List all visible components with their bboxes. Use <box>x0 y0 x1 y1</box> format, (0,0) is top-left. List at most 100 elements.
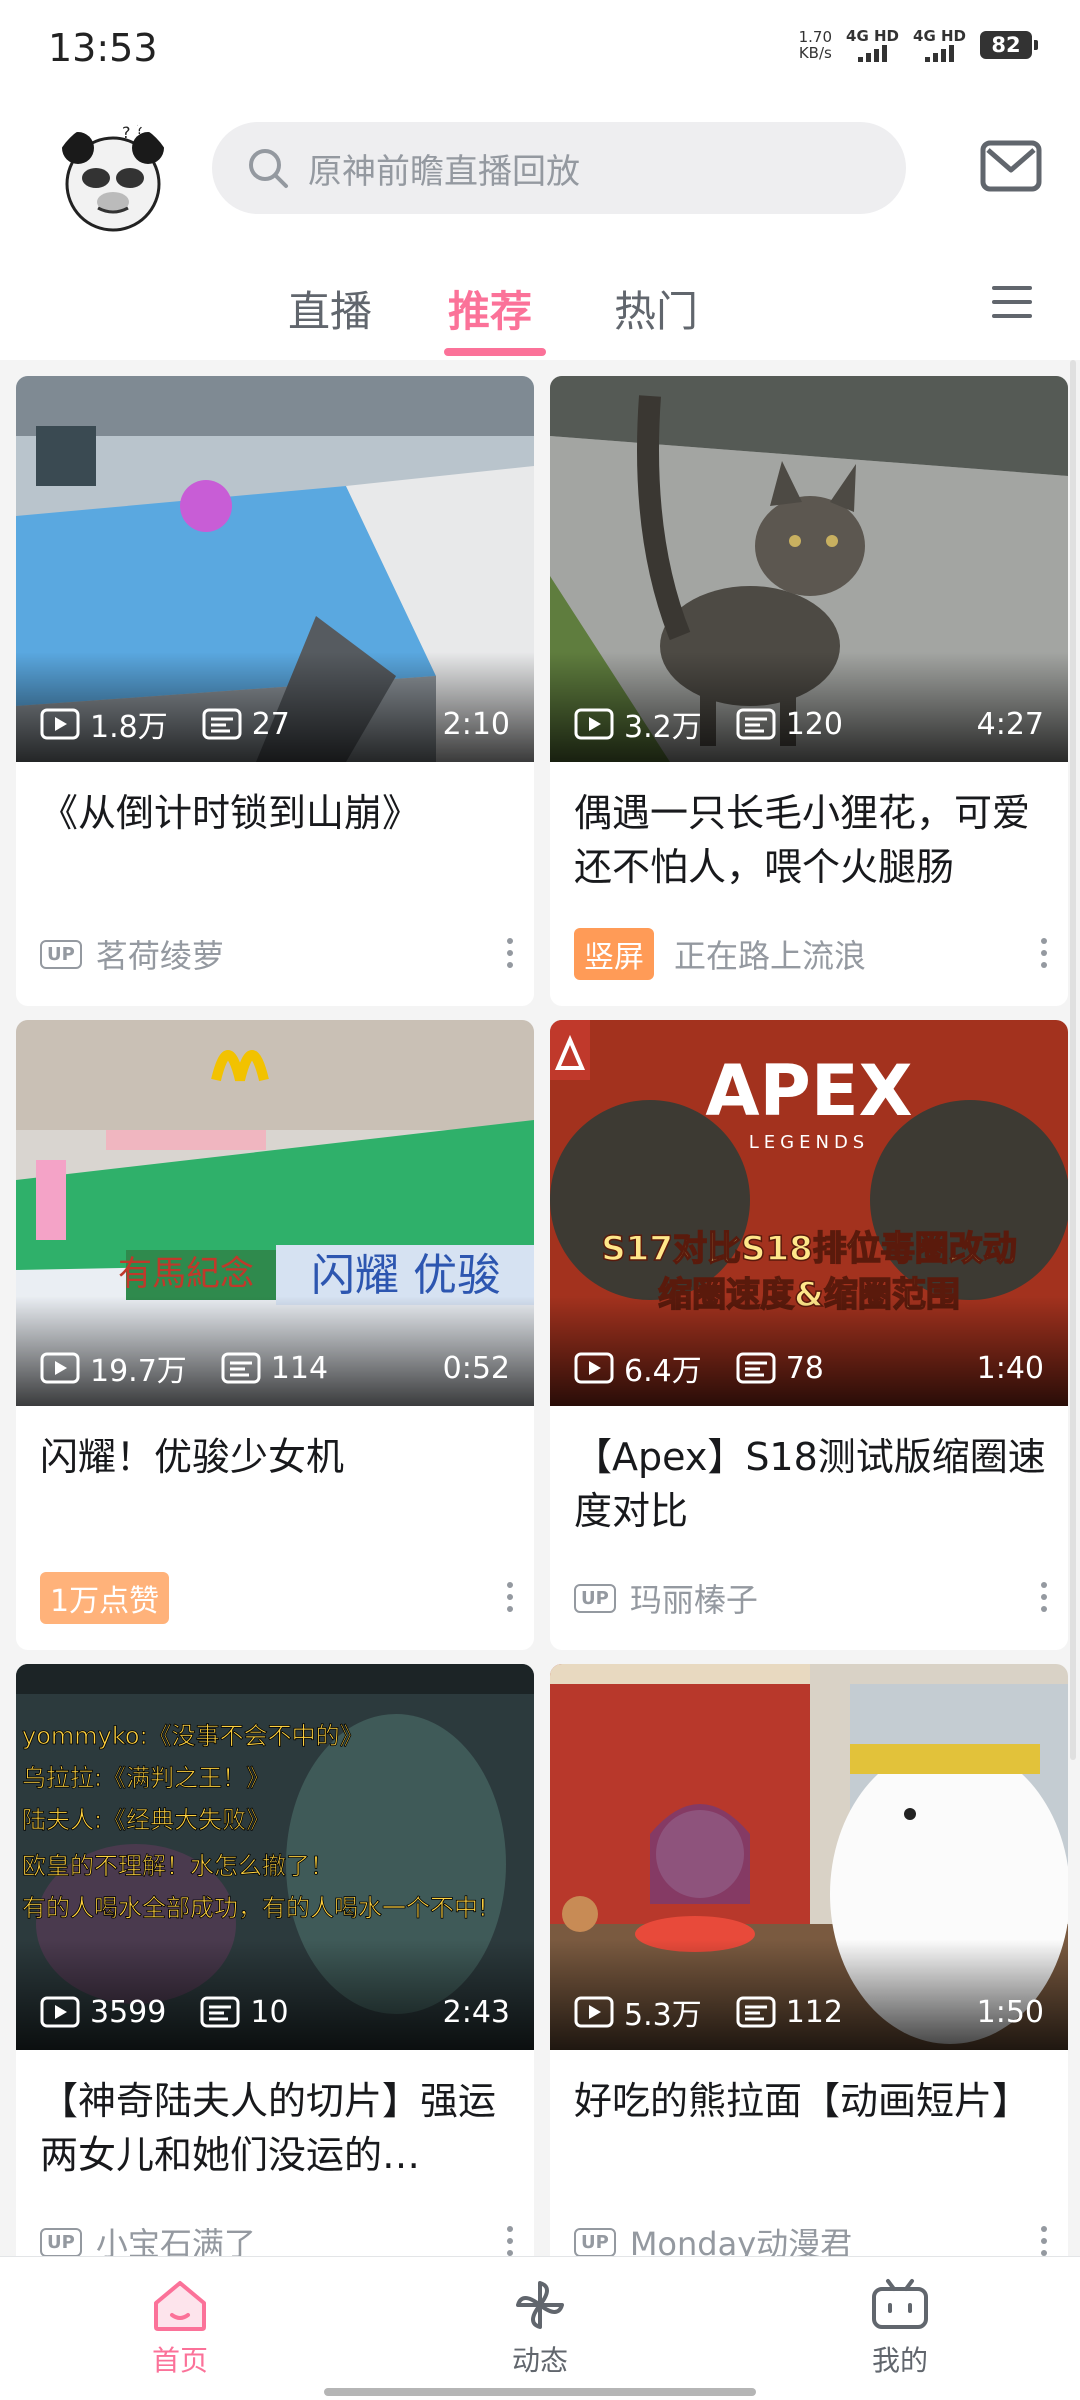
svg-text:欧皇的不理解！水怎么撤了！: 欧皇的不理解！水怎么撤了！ <box>22 1852 334 1880</box>
scrollbar[interactable] <box>1070 360 1076 1760</box>
active-tab-indicator <box>444 348 546 356</box>
more-icon[interactable] <box>1038 1582 1050 1616</box>
tab-hot[interactable]: 热门 <box>614 278 698 339</box>
panda-avatar-icon: ? ? <box>62 122 164 232</box>
search-input[interactable]: 原神前瞻直播回放 <box>212 122 906 214</box>
video-card[interactable]: APEX LEGENDS S17对比S18排位毒圈改动 缩圈速度&缩圈范围 6.… <box>550 1020 1068 1650</box>
svg-text:yommyko:《没事不会不中的》: yommyko:《没事不会不中的》 <box>22 1722 364 1750</box>
video-title[interactable]: 偶遇一只长毛小狸花，可爱还不怕人，喂个火腿肠 <box>574 786 1050 894</box>
video-feed[interactable]: 1.8万 27 2:10 《从倒计时锁到山崩》 UP 茗荷绫萝 3.2万 120… <box>0 360 1080 2256</box>
view-count: 1.8万 <box>40 702 168 746</box>
video-meta: UP 玛丽榛子 <box>574 1574 1050 1622</box>
comment-count: 27 <box>202 707 290 742</box>
bottom-nav: 首页 动态 我的 <box>0 2256 1080 2400</box>
comment-count: 78 <box>736 1351 824 1386</box>
video-stats: 3599 10 2:43 <box>40 1992 510 2032</box>
author-name[interactable]: 玛丽榛子 <box>630 1575 758 1621</box>
author-name[interactable]: 小宝石满了 <box>96 2219 256 2256</box>
avatar[interactable]: ? ? <box>52 120 174 242</box>
nav-dynamic[interactable]: 动态 <box>460 2277 620 2379</box>
video-stats: 5.3万 112 1:50 <box>574 1990 1044 2034</box>
video-card[interactable]: 3.2万 120 4:27 偶遇一只长毛小狸花，可爱还不怕人，喂个火腿肠 竖屏 … <box>550 376 1068 1006</box>
tab-live[interactable]: 直播 <box>288 278 372 339</box>
video-stats: 6.4万 78 1:40 <box>574 1346 1044 1390</box>
video-thumbnail[interactable]: yommyko:《没事不会不中的》 乌拉拉:《满判之王！》 陆夫人:《经典大失败… <box>16 1664 534 2050</box>
network-speed: 1.70 KB/s <box>798 28 833 62</box>
more-icon[interactable] <box>1038 2226 1050 2256</box>
duration: 4:27 <box>976 706 1044 742</box>
view-count: 3599 <box>40 1995 166 2030</box>
video-title[interactable]: 【神奇陆夫人的切片】强运两女儿和她们没运的… <box>40 2074 516 2182</box>
mail-icon[interactable] <box>980 140 1042 192</box>
video-thumbnail[interactable]: 5.3万 112 1:50 <box>550 1664 1068 2050</box>
video-title[interactable]: 《从倒计时锁到山崩》 <box>40 786 516 840</box>
video-thumbnail[interactable]: 1.8万 27 2:10 <box>16 376 534 762</box>
danmaku-icon <box>221 1352 261 1384</box>
tab-recommend[interactable]: 推荐 <box>448 278 532 339</box>
svg-text:有的人喝水全部成功，有的人喝水一个不中!: 有的人喝水全部成功，有的人喝水一个不中! <box>22 1894 488 1922</box>
up-badge: UP <box>574 1583 616 1613</box>
svg-text:?: ? <box>122 123 131 142</box>
video-stats: 3.2万 120 4:27 <box>574 702 1044 746</box>
more-icon[interactable] <box>504 2226 516 2256</box>
author-name[interactable]: Monday动漫君 <box>630 2219 852 2256</box>
status-indicators: 1.70 KB/s 4G HD 4G HD 82 <box>798 28 1038 62</box>
video-title[interactable]: 【Apex】S18测试版缩圈速度对比 <box>574 1430 1050 1538</box>
home-indicator[interactable] <box>324 2388 756 2396</box>
up-badge: UP <box>40 2227 82 2256</box>
video-card[interactable]: yommyko:《没事不会不中的》 乌拉拉:《满判之王！》 陆夫人:《经典大失败… <box>16 1664 534 2256</box>
video-title[interactable]: 好吃的熊拉面【动画短片】 <box>574 2074 1050 2128</box>
pinwheel-icon <box>516 2281 564 2329</box>
vertical-tag: 竖屏 <box>574 928 654 980</box>
play-count-icon <box>574 1352 614 1384</box>
danmaku-icon <box>200 1996 240 2028</box>
video-card[interactable]: 5.3万 112 1:50 好吃的熊拉面【动画短片】 UP Monday动漫君 <box>550 1664 1068 2256</box>
svg-text:?: ? <box>136 122 143 138</box>
video-thumbnail[interactable]: APEX LEGENDS S17对比S18排位毒圈改动 缩圈速度&缩圈范围 6.… <box>550 1020 1068 1406</box>
view-count: 3.2万 <box>574 702 702 746</box>
author-name[interactable]: 正在路上流浪 <box>674 931 866 977</box>
duration: 1:50 <box>976 1994 1044 2030</box>
svg-text:陆夫人:《经典大失败》: 陆夫人:《经典大失败》 <box>22 1806 270 1834</box>
video-title[interactable]: 闪耀！优骏少女机 <box>40 1430 516 1484</box>
home-icon <box>154 2281 206 2331</box>
comment-count: 114 <box>221 1351 328 1386</box>
play-count-icon <box>40 708 80 740</box>
danmaku-icon <box>736 1996 776 2028</box>
tv-icon <box>872 2279 928 2329</box>
duration: 2:10 <box>442 706 510 742</box>
video-meta: UP Monday动漫君 <box>574 2218 1050 2256</box>
battery-icon: 82 <box>980 31 1038 59</box>
more-icon[interactable] <box>504 938 516 972</box>
nav-home[interactable]: 首页 <box>100 2277 260 2379</box>
duration: 1:40 <box>976 1350 1044 1386</box>
tab-bar: 直播 推荐 热门 <box>0 260 1080 360</box>
author-name[interactable]: 茗荷绫萝 <box>96 931 224 977</box>
status-bar: 13:53 1.70 KB/s 4G HD 4G HD 82 <box>0 0 1080 100</box>
more-icon[interactable] <box>1038 938 1050 972</box>
menu-icon[interactable] <box>990 280 1034 324</box>
view-count: 5.3万 <box>574 1990 702 2034</box>
video-stats: 1.8万 27 2:10 <box>40 702 510 746</box>
svg-text:乌拉拉:《满判之王！》: 乌拉拉:《满判之王！》 <box>22 1764 270 1792</box>
duration: 0:52 <box>442 1350 510 1386</box>
view-count: 19.7万 <box>40 1346 187 1390</box>
comment-count: 112 <box>736 1995 843 2030</box>
danmaku-icon <box>202 708 242 740</box>
view-count: 6.4万 <box>574 1346 702 1390</box>
danmaku-icon <box>736 1352 776 1384</box>
more-icon[interactable] <box>504 1582 516 1616</box>
video-thumbnail[interactable]: 3.2万 120 4:27 <box>550 376 1068 762</box>
nav-mine[interactable]: 我的 <box>820 2277 980 2379</box>
video-card[interactable]: 1.8万 27 2:10 《从倒计时锁到山崩》 UP 茗荷绫萝 <box>16 376 534 1006</box>
play-count-icon <box>574 708 614 740</box>
duration: 2:43 <box>442 1994 510 2030</box>
status-time: 13:53 <box>48 26 158 70</box>
video-thumbnail[interactable]: 有馬紀念 闪耀 优骏 19.7万 114 0:52 <box>16 1020 534 1406</box>
video-meta: 1万点赞 <box>40 1572 516 1624</box>
video-card[interactable]: 有馬紀念 闪耀 优骏 19.7万 114 0:52 闪耀！优骏少女机 1万点赞 <box>16 1020 534 1650</box>
top-header: ? ? 原神前瞻直播回放 直播 推荐 热门 <box>0 100 1080 360</box>
video-meta: 竖屏 正在路上流浪 <box>574 928 1050 980</box>
video-meta: UP 茗荷绫萝 <box>40 930 516 978</box>
svg-text:S17对比S18排位毒圈改动: S17对比S18排位毒圈改动 <box>601 1229 1017 1269</box>
